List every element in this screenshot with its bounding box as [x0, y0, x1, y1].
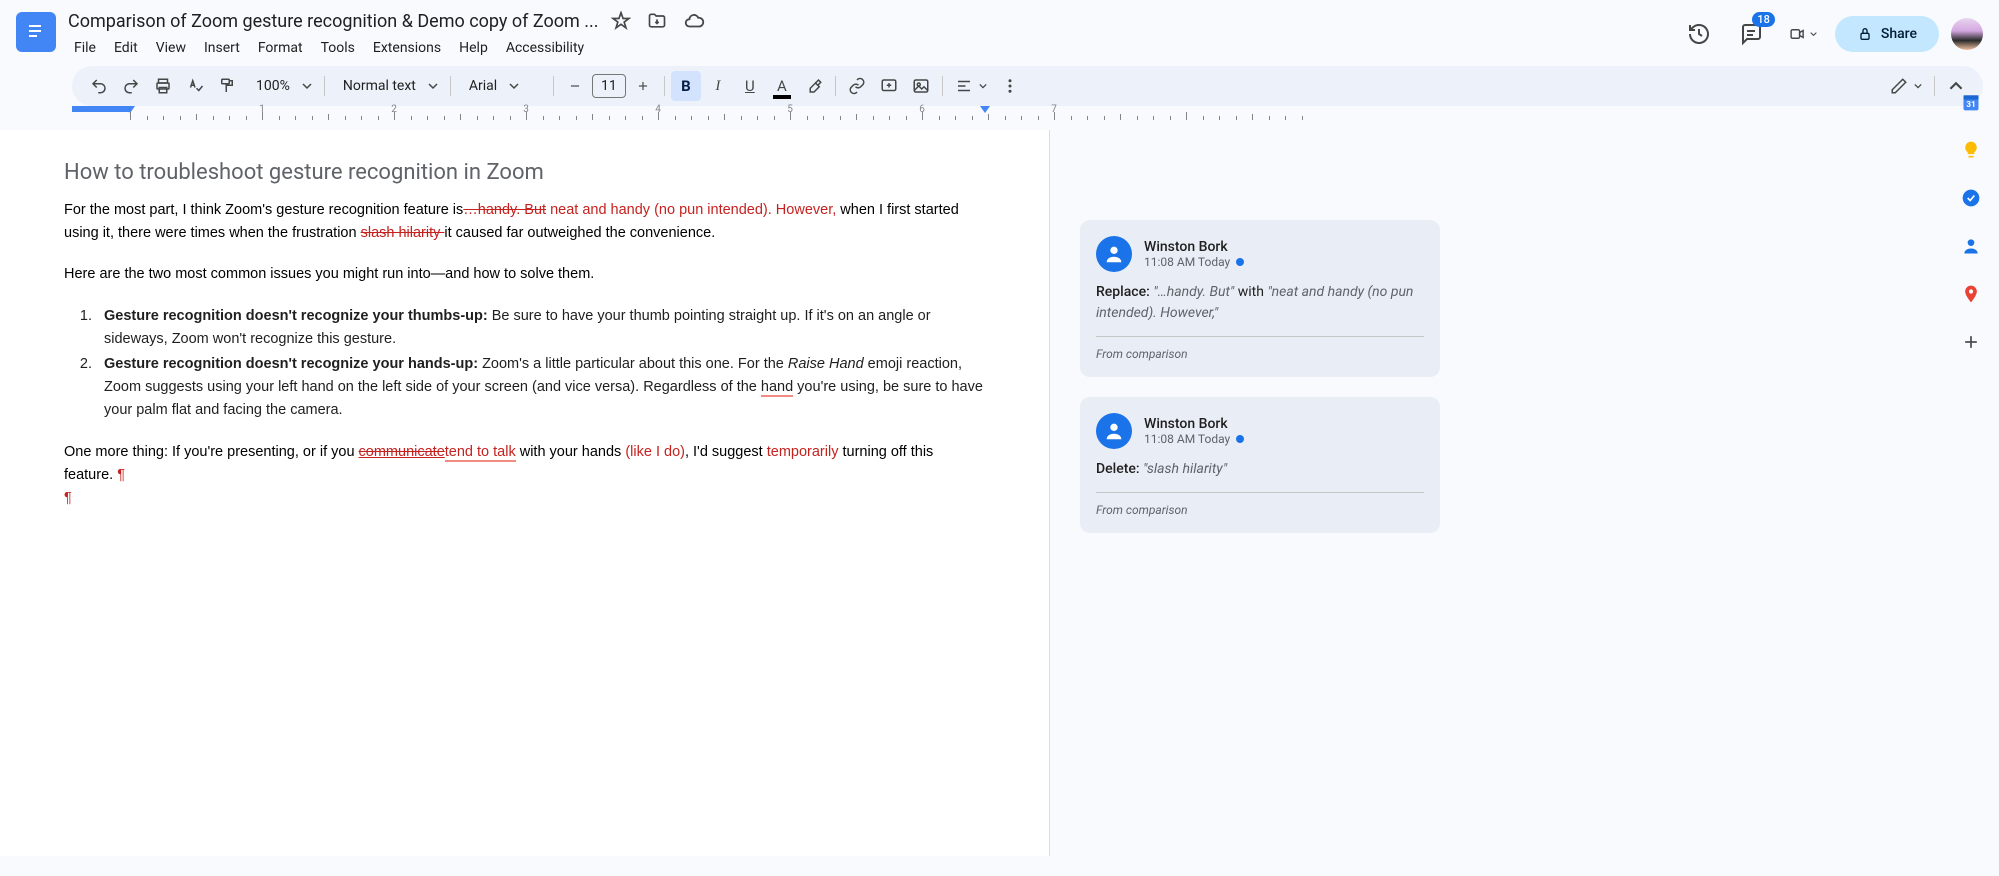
add-panel-icon[interactable]: [1961, 332, 1981, 352]
menu-edit[interactable]: Edit: [106, 36, 146, 60]
svg-text:31: 31: [1966, 100, 1976, 110]
menu-bar: File Edit View Insert Format Tools Exten…: [64, 34, 1671, 66]
comment-body: Replace: "…handy. But" with "neat and ha…: [1096, 282, 1424, 324]
font-decrease-button[interactable]: [560, 71, 590, 101]
document-heading: How to troubleshoot gesture recognition …: [64, 160, 985, 185]
menu-view[interactable]: View: [148, 36, 194, 60]
list-item: Gesture recognition doesn't recognize yo…: [96, 353, 985, 423]
share-label: Share: [1881, 26, 1917, 42]
side-panel: 31: [1943, 80, 1999, 352]
menu-file[interactable]: File: [66, 36, 104, 60]
document-canvas[interactable]: How to troubleshoot gesture recognition …: [0, 130, 1050, 856]
menu-help[interactable]: Help: [451, 36, 496, 60]
comment-author: Winston Bork: [1144, 416, 1244, 432]
history-icon[interactable]: [1679, 14, 1719, 54]
move-icon[interactable]: [647, 11, 667, 31]
bold-button[interactable]: B: [671, 71, 701, 101]
paragraph: Here are the two most common issues you …: [64, 263, 985, 286]
menu-format[interactable]: Format: [250, 36, 311, 60]
comment-body: Delete: "slash hilarity": [1096, 459, 1424, 480]
menu-tools[interactable]: Tools: [313, 36, 363, 60]
comment-count-badge: 18: [1752, 12, 1775, 27]
more-button[interactable]: [995, 71, 1025, 101]
ordered-list: Gesture recognition doesn't recognize yo…: [96, 305, 985, 423]
account-avatar[interactable]: [1951, 18, 1983, 50]
comment-source: From comparison: [1096, 492, 1424, 517]
align-button[interactable]: [949, 77, 993, 95]
paragraph: One more thing: If you're presenting, or…: [64, 441, 985, 511]
font-increase-button[interactable]: [628, 71, 658, 101]
text-color-button[interactable]: A: [767, 71, 797, 101]
zoom-selector[interactable]: 100%: [244, 78, 318, 94]
comment-source: From comparison: [1096, 336, 1424, 361]
print-button[interactable]: [148, 71, 178, 101]
underline-button[interactable]: U: [735, 71, 765, 101]
comment-time: 11:08 AM Today: [1144, 432, 1244, 446]
tasks-icon[interactable]: [1961, 188, 1981, 208]
paint-format-button[interactable]: [212, 71, 242, 101]
image-button[interactable]: [906, 71, 936, 101]
cloud-status-icon[interactable]: [683, 10, 705, 32]
font-selector[interactable]: Arial: [457, 78, 547, 94]
undo-button[interactable]: [84, 71, 114, 101]
spellcheck-button[interactable]: [180, 71, 210, 101]
calendar-icon[interactable]: 31: [1961, 92, 1981, 112]
font-size-input[interactable]: 11: [592, 74, 626, 98]
toolbar: 100% Normal text Arial 11 B I U A: [72, 66, 1983, 106]
comment-card[interactable]: Winston Bork 11:08 AM Today Delete: "sla…: [1080, 397, 1440, 533]
maps-icon[interactable]: [1961, 284, 1981, 304]
keep-icon[interactable]: [1961, 140, 1981, 160]
link-button[interactable]: [842, 71, 872, 101]
comments-panel: Winston Bork 11:08 AM Today Replace: "…h…: [1050, 130, 1999, 856]
menu-extensions[interactable]: Extensions: [365, 36, 449, 60]
italic-button[interactable]: I: [703, 71, 733, 101]
star-icon[interactable]: [611, 11, 631, 31]
contacts-icon[interactable]: [1961, 236, 1981, 256]
style-selector[interactable]: Normal text: [331, 78, 444, 94]
menu-insert[interactable]: Insert: [196, 36, 248, 60]
ruler[interactable]: 1234567: [72, 106, 1999, 130]
paragraph: For the most part, I think Zoom's gestur…: [64, 199, 985, 245]
comment-time: 11:08 AM Today: [1144, 255, 1244, 269]
add-comment-button[interactable]: [874, 71, 904, 101]
comment-card[interactable]: Winston Bork 11:08 AM Today Replace: "…h…: [1080, 220, 1440, 377]
avatar-icon: [1096, 236, 1132, 272]
highlight-button[interactable]: [799, 71, 829, 101]
docs-logo[interactable]: [16, 12, 56, 52]
share-button[interactable]: Share: [1835, 16, 1939, 52]
menu-accessibility[interactable]: Accessibility: [498, 36, 592, 60]
comments-icon[interactable]: 18: [1731, 14, 1771, 54]
comment-author: Winston Bork: [1144, 239, 1244, 255]
list-item: Gesture recognition doesn't recognize yo…: [96, 305, 985, 351]
editing-mode-button[interactable]: [1884, 77, 1928, 95]
document-title[interactable]: Comparison of Zoom gesture recognition &…: [68, 11, 599, 32]
meet-button[interactable]: [1783, 14, 1823, 54]
redo-button[interactable]: [116, 71, 146, 101]
avatar-icon: [1096, 413, 1132, 449]
